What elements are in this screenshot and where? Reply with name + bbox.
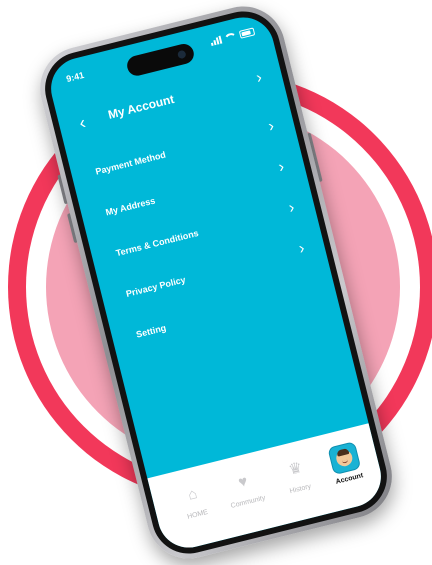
tab-label: Account bbox=[335, 472, 364, 486]
tab-account[interactable]: Account bbox=[316, 438, 376, 488]
home-icon: ⌂ bbox=[186, 485, 200, 504]
camera-icon bbox=[176, 49, 187, 60]
tab-label: HOME bbox=[186, 508, 209, 521]
tab-community[interactable]: ♥ Community bbox=[215, 463, 274, 511]
chevron-right-icon: › bbox=[276, 158, 287, 177]
chevron-right-icon[interactable]: › bbox=[254, 68, 264, 89]
tab-label: History bbox=[289, 483, 312, 496]
chevron-right-icon: › bbox=[286, 199, 297, 217]
wifi-icon bbox=[223, 31, 238, 43]
avatar-icon bbox=[327, 441, 362, 476]
tab-home[interactable]: ⌂ HOME bbox=[164, 476, 223, 524]
tab-label: Community bbox=[230, 494, 267, 510]
promo-stage: 9:41 ‹ My Account › Payment Method › My … bbox=[0, 0, 432, 565]
community-icon: ♥ bbox=[236, 472, 250, 492]
back-button[interactable]: ‹ bbox=[77, 112, 88, 133]
battery-icon bbox=[238, 27, 256, 39]
dynamic-island bbox=[125, 41, 196, 78]
signal-icon bbox=[210, 35, 223, 47]
menu-item-label: My Address bbox=[104, 195, 157, 218]
menu-item-label: Privacy Policy bbox=[124, 274, 187, 299]
status-icons bbox=[210, 27, 256, 47]
page-title: My Account bbox=[106, 91, 176, 122]
avatar bbox=[334, 448, 355, 468]
crown-icon: ♛ bbox=[286, 458, 305, 479]
chevron-right-icon: › bbox=[297, 239, 307, 258]
menu-item-label: Payment Method bbox=[94, 149, 167, 177]
status-time: 9:41 bbox=[65, 69, 86, 85]
chevron-right-icon: › bbox=[266, 117, 276, 136]
menu-item-label: Setting bbox=[135, 322, 168, 340]
